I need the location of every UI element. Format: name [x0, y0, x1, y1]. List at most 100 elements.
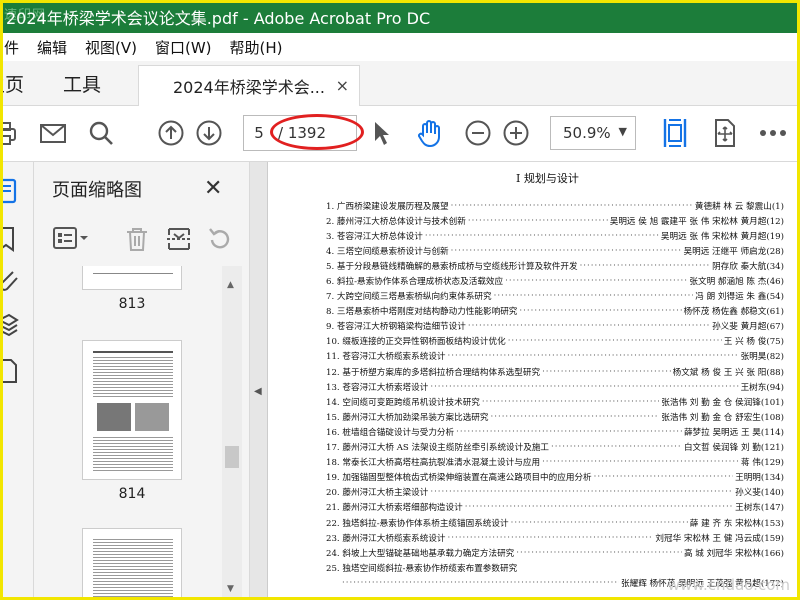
- toc-entry-title: 11. 苍容浔江大桥缆索系统设计: [326, 352, 446, 363]
- document-view[interactable]: I 规划与设计 1. 广西桥梁建设发展历程及展望 ················…: [268, 162, 800, 600]
- toc-entry[interactable]: 4. 三塔空间缆悬索桥设计与创新 ························…: [326, 243, 784, 258]
- menu-view[interactable]: 视图(V): [85, 37, 137, 58]
- rotate-icon[interactable]: [206, 226, 232, 256]
- extract-page-icon[interactable]: [166, 226, 192, 256]
- toc-entry-title: 23. 藤州浔江大桥缆索系统设计: [326, 533, 446, 544]
- tab-tools[interactable]: 工具: [63, 61, 101, 105]
- toc-entry-title: 25. 独塔空间缆斜拉-悬索协作桥缆索布置参数研究: [326, 563, 518, 574]
- page-thumbnail[interactable]: [82, 528, 182, 600]
- tab-close-icon[interactable]: ×: [336, 76, 349, 95]
- zoom-select[interactable]: 50.9% ▼: [550, 116, 636, 150]
- scroll-up-icon[interactable]: ▲: [227, 280, 234, 290]
- page-thumbnail[interactable]: [82, 266, 182, 290]
- toc-entry-authors: 薛梦拉 吴明远 王 昊(114): [683, 427, 784, 438]
- toc-entry-authors: 张浩伟 刘 勤 金 仓 侯润锋(101): [661, 397, 784, 408]
- thumbnail-options-icon[interactable]: [52, 226, 92, 254]
- toc-leader-dots: ········································…: [467, 215, 608, 226]
- toc-leader-dots: ········································…: [510, 517, 688, 528]
- search-icon[interactable]: [86, 118, 116, 148]
- toc-entry-title: 22. 独塔斜拉-悬索协作体系桥主缆锚固系统设计: [326, 518, 509, 529]
- zoom-out-icon[interactable]: [463, 118, 493, 148]
- toc-entry[interactable]: 14. 空间缆可变距跨缆吊机设计技术研究 ····················…: [326, 394, 784, 409]
- toc-entry-title: 2. 藤州浔江大桥总体设计与技术创新: [326, 216, 466, 227]
- toc-entry[interactable]: 21. 藤州浔江大桥索塔细部构造设计 ······················…: [326, 500, 784, 515]
- tab-bar: 主页 工具 2024年桥梁学术会... ×: [0, 61, 800, 106]
- toc-entry[interactable]: 2. 藤州浔江大桥总体设计与技术创新 ······················…: [326, 213, 784, 228]
- thumbnail-list[interactable]: 813 814: [34, 266, 250, 600]
- toc-entry[interactable]: 24. 斜坡上大型锚碇基础地基承载力确定方法研究 ················…: [326, 545, 784, 560]
- previous-page-icon[interactable]: [156, 118, 186, 148]
- thumbnail-scrollbar[interactable]: ▲ ▼: [222, 266, 242, 600]
- attachment-icon[interactable]: [0, 266, 27, 291]
- title-bar: 速印网 2024年桥梁学术会议论文集.pdf - Adobe Acrobat P…: [0, 0, 800, 33]
- page-thumbnail[interactable]: [82, 340, 182, 480]
- toc-entry[interactable]: 22. 独塔斜拉-悬索协作体系桥主缆锚固系统设计 ················…: [326, 515, 784, 530]
- thumbnail-page-number: 813: [118, 296, 146, 312]
- toc-entry-authors: 张文明 郝涵旭 陈 杰(46): [689, 277, 784, 288]
- toc-entry[interactable]: 13. 苍容浔江大桥索塔设计 ··························…: [326, 379, 784, 394]
- total-pages-label: / 1392: [278, 124, 326, 142]
- toc-entry[interactable]: 23. 藤州浔江大桥缆索系统设计 ························…: [326, 530, 784, 545]
- toc-entry[interactable]: 11. 苍容浔江大桥缆索系统设计 ························…: [326, 349, 784, 364]
- toc-entry[interactable]: 10. 缀板连接的正交异性钢桥面板结构设计优化 ·················…: [326, 334, 784, 349]
- toc-entry[interactable]: 19. 加强锚固型整体梳齿式桥梁伸缩装置在高速公路项目中的应用分析 ·······…: [326, 470, 784, 485]
- scroll-down-icon[interactable]: ▼: [227, 584, 234, 594]
- toc-entry-authors: 孙义斐 黄月超(67): [712, 322, 784, 333]
- zoom-in-icon[interactable]: [501, 118, 531, 148]
- mail-icon[interactable]: [38, 118, 68, 148]
- toc-entry[interactable]: 12. 基于桥塑方案库的多塔斜拉桥合理结构体系选型研究 ·············…: [326, 364, 784, 379]
- toc-entry-title: 24. 斜坡上大型锚碇基础地基承载力确定方法研究: [326, 548, 515, 559]
- current-page-input[interactable]: 5: [244, 124, 274, 142]
- page-icon[interactable]: [0, 358, 27, 383]
- toc-entry[interactable]: 8. 三塔悬索桥中塔刚度对结构静动力性能影响研究 ················…: [326, 304, 784, 319]
- toc-entry[interactable]: 16. 桩墙组合锚碇设计与受力分析 ·······················…: [326, 424, 784, 439]
- toc-entry-authors: 高 城 刘冠华 宋松林(166): [683, 548, 784, 559]
- menu-edit[interactable]: 编辑: [37, 37, 67, 58]
- watermark-text: www.cndao.com: [667, 576, 790, 594]
- full-screen-icon[interactable]: [710, 118, 740, 148]
- toc-entry-title: 14. 空间缆可变距跨缆吊机设计技术研究: [326, 397, 480, 408]
- toc-entry[interactable]: 15. 藤州浔江大桥加劲梁吊装方案比选研究 ···················…: [326, 409, 784, 424]
- scrollbar-thumb[interactable]: [225, 446, 239, 468]
- toc-leader-dots: ········································…: [450, 200, 693, 211]
- toc-entry[interactable]: 20. 藤州浔江大桥主梁设计 ··························…: [326, 485, 784, 500]
- toc-entry[interactable]: 1. 广西桥梁建设发展历程及展望 ························…: [326, 198, 784, 213]
- page-thumbnails-icon[interactable]: [0, 178, 27, 204]
- toc-entry[interactable]: 5. 基于分段悬链线精确解的悬索桥成桥与空缆线形计算及软件开发 ·········…: [326, 258, 784, 273]
- menu-window[interactable]: 窗口(W): [155, 37, 212, 58]
- toc-entry[interactable]: 18. 常泰长江大桥高塔柱高抗裂准清水混凝土设计与应用 ·············…: [326, 455, 784, 470]
- page-number-field[interactable]: 5 / 1392: [243, 115, 357, 151]
- toc-entry[interactable]: 6. 斜拉-悬索协作体系合理成桥状态及活载效应 ·················…: [326, 273, 784, 288]
- toc-entry[interactable]: 9. 苍容浔江大桥钢箱梁构造细节设计 ······················…: [326, 319, 784, 334]
- collapse-panel-icon[interactable]: ◀: [254, 386, 262, 397]
- more-options-icon[interactable]: [758, 118, 788, 148]
- toc-entry[interactable]: 17. 藤州浔江大桥 AS 法架设主缆防丝牵引系统设计及施工 ··········…: [326, 440, 784, 455]
- toc-leader-dots: ········································…: [450, 245, 682, 256]
- layers-icon[interactable]: [0, 312, 27, 337]
- bookmark-icon[interactable]: [0, 226, 27, 252]
- close-icon[interactable]: ✕: [204, 176, 222, 201]
- tab-document[interactable]: 2024年桥梁学术会... ×: [138, 65, 360, 106]
- toc-entry-authors: 冯 朗 刘得运 朱 鑫(54): [695, 292, 784, 303]
- menu-file[interactable]: 件: [4, 37, 19, 58]
- toc-leader-dots: ········································…: [542, 457, 739, 468]
- toc-leader-dots: ········································…: [456, 426, 682, 437]
- tab-home[interactable]: 主页: [0, 61, 24, 105]
- toc-entry[interactable]: 7. 大跨空间缆三塔悬索桥纵向约束体系研究 ···················…: [326, 289, 784, 304]
- toc-entry-authors: 薛 建 齐 东 宋松林(153): [689, 518, 784, 529]
- toc-entry-title: 6. 斜拉-悬索协作体系合理成桥状态及活载效应: [326, 277, 504, 288]
- panel-splitter[interactable]: ◀: [250, 162, 268, 600]
- toc-leader-dots: ········································…: [507, 336, 722, 347]
- toc-entry-authors: 吴明远 张 伟 宋松林 黄月超(19): [660, 231, 784, 242]
- select-cursor-icon[interactable]: [366, 118, 396, 148]
- delete-page-icon[interactable]: [124, 226, 150, 256]
- hand-tool-icon[interactable]: [414, 118, 444, 148]
- print-icon[interactable]: [0, 118, 18, 148]
- menu-help[interactable]: 帮助(H): [230, 37, 283, 58]
- toc-entry-authors: 王 兴 杨 俊(75): [723, 337, 784, 348]
- toc-entry[interactable]: 25. 独塔空间缆斜拉-悬索协作桥缆索布置参数研究: [326, 560, 784, 575]
- toc-entry-authors: 杨文斌 杨 俊 王 兴 张 阳(88): [672, 367, 784, 378]
- next-page-icon[interactable]: [194, 118, 224, 148]
- fit-width-icon[interactable]: [660, 118, 690, 148]
- toc-entry[interactable]: 3. 苍容浔江大桥总体设计 ···························…: [326, 228, 784, 243]
